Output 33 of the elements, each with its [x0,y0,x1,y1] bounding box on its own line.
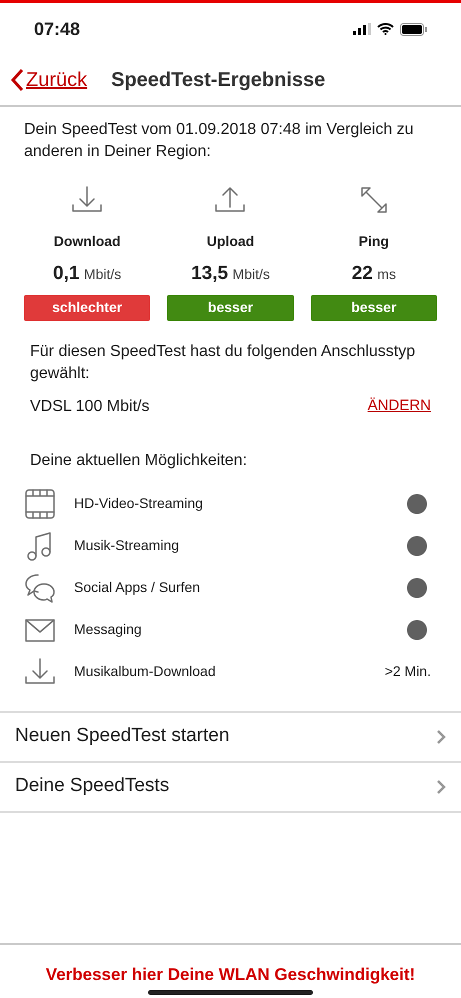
metric-label: Download [54,232,121,251]
metric-value: 22 ms [352,262,396,286]
wlan-banner-link[interactable]: Verbesser hier Deine WLAN Geschwindigkeit! [46,962,416,988]
chevron-left-icon [10,68,24,92]
chevron-right-icon [436,778,446,794]
connection-type: VDSL 100 Mbit/s [30,396,150,416]
film-icon [23,486,57,520]
options-title: Deine aktuellen Möglichkeiten: [30,450,248,470]
back-button[interactable]: Zurück [10,65,88,95]
option-label: Musikalbum-Download [74,662,217,681]
option-label: Musik-Streaming [74,536,180,555]
change-link[interactable]: ÄNDERN [368,395,431,418]
metric-label: Upload [206,232,254,251]
metric-value: 13,5 Mbit/s [191,262,270,286]
option-label: Messaging [74,620,143,639]
menu-item[interactable]: Deine SpeedTests [0,762,461,812]
signal-icon [353,23,371,35]
chevron-right-icon [436,728,446,744]
page-title: SpeedTest-Ergebnisse [111,68,326,93]
metric-label: Ping [358,232,389,251]
status-time: 07:48 [34,18,80,40]
intro-text: Dein SpeedTest vom 01.09.2018 07:48 im Vergleich zu anderen in Deiner Region: [24,120,415,162]
option-label: HD-Video-Streaming [74,494,204,513]
battery-icon [400,22,427,36]
rating-badge: besser [310,294,437,320]
menu-item[interactable]: Neuen SpeedTest starten [0,712,461,762]
rating-badge: schlechter [24,294,150,320]
metric-value: 0,1 Mbit/s [53,262,122,286]
rating-badge: besser [167,294,294,320]
connection-text: Für diesen SpeedTest hast du folgenden Anschlusstyp gewählt: [30,342,416,384]
wifi-icon [377,23,394,35]
option-label: Social Apps / Surfen [74,578,202,597]
option-value: >2 Min. [384,662,431,681]
